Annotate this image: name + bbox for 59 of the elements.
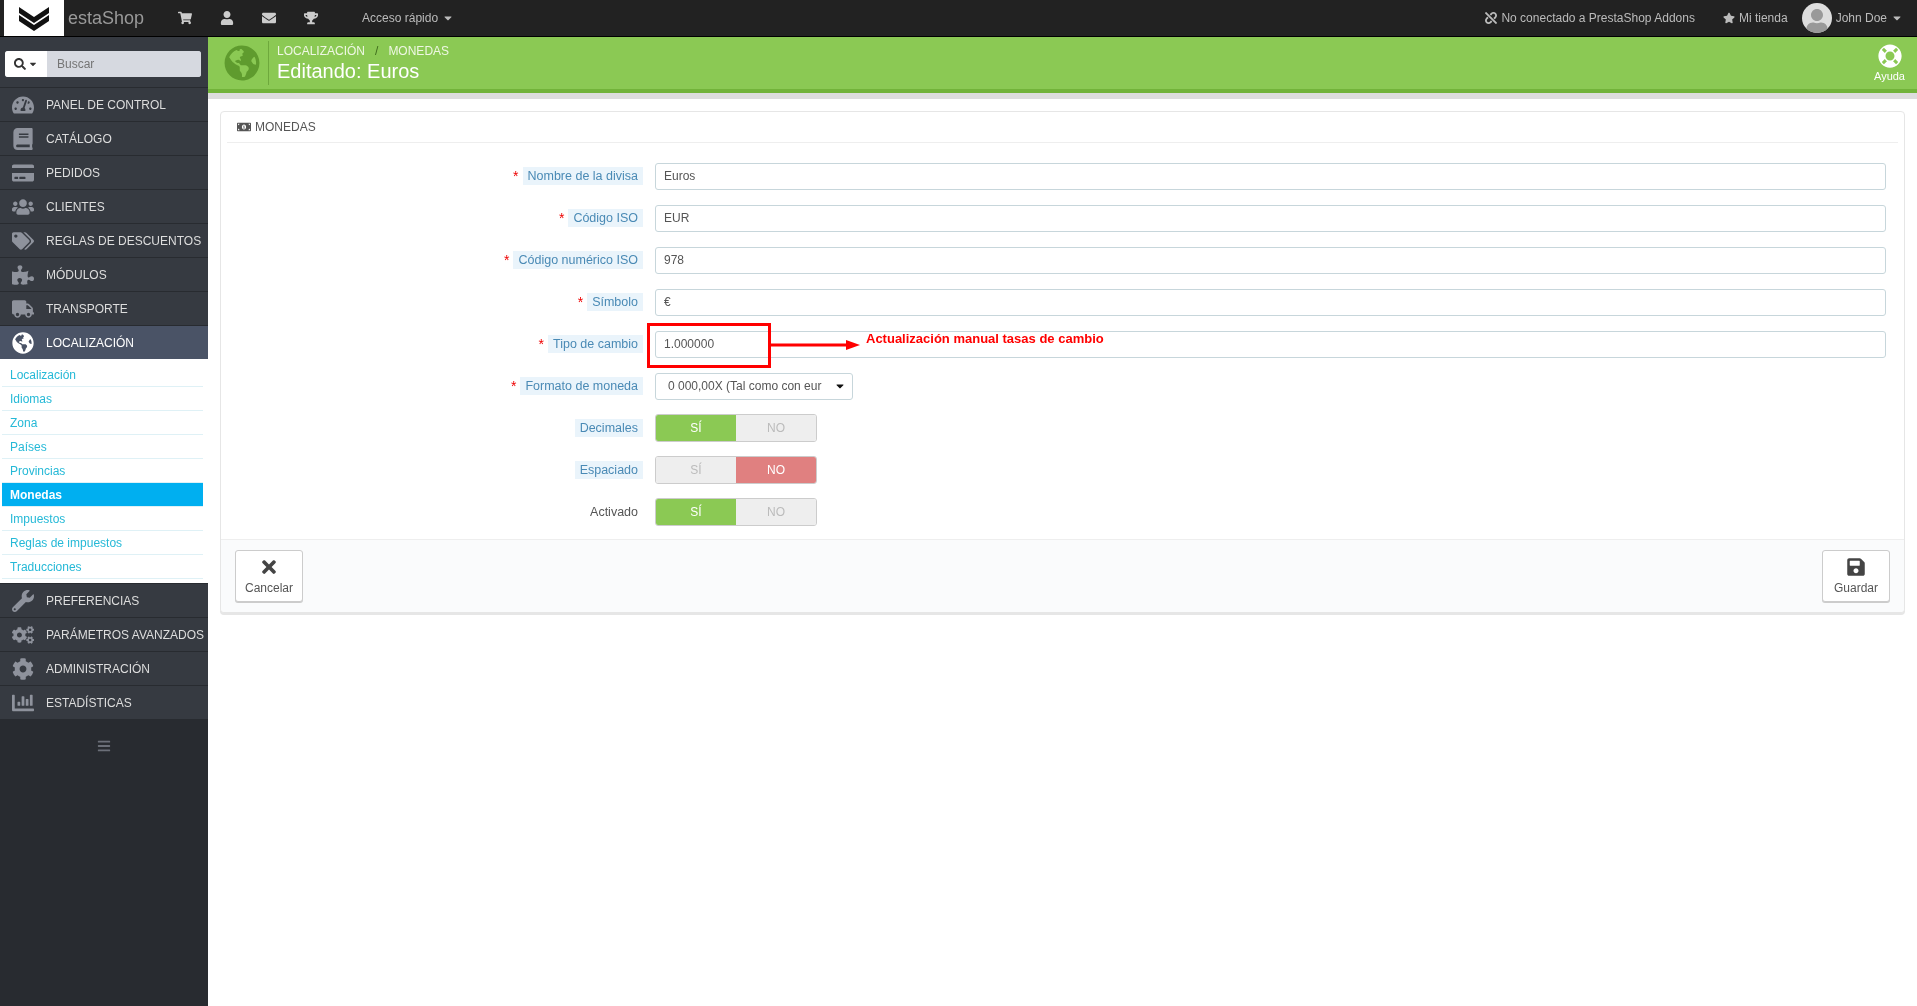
field-label: Formato de moneda	[520, 377, 643, 395]
star-icon	[1722, 12, 1735, 24]
field-label: Espaciado	[574, 461, 643, 479]
sidebar-item[interactable]: PARÁMETROS AVANZADOS	[0, 617, 208, 651]
required-asterisk: *	[577, 294, 584, 310]
field-label: Nombre de la divisa	[522, 167, 643, 185]
addons-status-link[interactable]: No conectado a PrestaShop Addons	[1485, 11, 1695, 25]
logo-text: estaShop	[68, 7, 145, 29]
search-field[interactable]: Buscar	[5, 51, 201, 77]
sidebar-item[interactable]: MÓDULOS	[0, 257, 208, 291]
format-select[interactable]: 0 000,00X (Tal como con eur	[655, 372, 853, 400]
cancel-button[interactable]: Cancelar	[235, 550, 303, 602]
field-label: Código ISO	[568, 209, 643, 227]
menu-icon[interactable]	[97, 739, 111, 753]
sidebar-item[interactable]: ESTADÍSTICAS	[0, 685, 208, 719]
text-input[interactable]: €	[655, 288, 1886, 316]
required-asterisk: *	[511, 378, 517, 394]
avatar-icon	[1801, 3, 1832, 33]
user-icon[interactable]	[220, 11, 235, 25]
logo-icon[interactable]	[4, 0, 64, 36]
envelope-icon[interactable]	[262, 11, 277, 25]
save-icon	[1846, 557, 1866, 577]
shop-link[interactable]: Mi tienda	[1722, 11, 1788, 25]
breadcrumb-separator: /	[375, 43, 379, 58]
page-title: Editando: Euros	[277, 59, 421, 83]
banknote-icon	[237, 120, 251, 134]
field-label: Tipo de cambio	[548, 335, 643, 353]
field-label: Símbolo	[587, 293, 643, 311]
required-asterisk: *	[558, 210, 565, 226]
annotation-text: Actualización manual tasas de cambio	[866, 330, 1104, 346]
required-asterisk: *	[513, 168, 519, 184]
sidebar-item[interactable]: ADMINISTRACIÓN	[0, 651, 208, 685]
sidebar-item[interactable]: LOCALIZACIÓN	[0, 325, 208, 359]
user-menu[interactable]: John Doe	[1801, 3, 1903, 33]
globe-icon	[224, 41, 269, 85]
cart-icon[interactable]	[178, 11, 193, 25]
search-type-button[interactable]	[5, 51, 47, 77]
trophy-icon[interactable]	[304, 11, 319, 25]
required-asterisk: *	[504, 252, 510, 268]
search-icon	[14, 58, 26, 70]
text-input[interactable]: EUR	[655, 204, 1886, 232]
sidebar-item[interactable]: TRANSPORTE	[0, 291, 208, 325]
field-label: Activado	[589, 504, 639, 521]
close-icon	[259, 557, 279, 577]
sidebar-item[interactable]: REGLAS DE DESCUENTOS	[0, 223, 208, 257]
quick-access-menu[interactable]: Acceso rápido	[362, 11, 455, 25]
field-label: Decimales	[574, 419, 643, 437]
sidebar-item[interactable]: CLIENTES	[0, 189, 208, 223]
field-label: Código numérico ISO	[513, 251, 643, 269]
text-input[interactable]: Euros	[655, 162, 1886, 190]
save-button[interactable]: Guardar	[1822, 550, 1890, 602]
sidebar-item[interactable]: PREFERENCIAS	[0, 583, 208, 617]
sidebar-item[interactable]: CATÁLOGO	[0, 121, 208, 155]
broken-link-icon	[1485, 12, 1498, 24]
required-asterisk: *	[538, 336, 544, 352]
text-input[interactable]: 978	[655, 246, 1886, 274]
panel-title: MONEDAS	[255, 120, 316, 134]
sidebar-item[interactable]: PEDIDOS	[0, 155, 208, 189]
sidebar-item[interactable]: PANEL DE CONTROL	[0, 87, 208, 121]
